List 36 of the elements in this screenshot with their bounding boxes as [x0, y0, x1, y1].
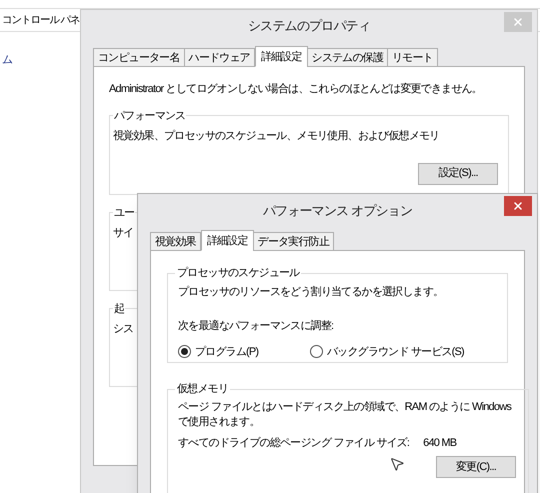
close-icon	[512, 200, 524, 212]
group-title: プロセッサのスケジュール	[176, 266, 301, 281]
tab[interactable]: 詳細設定	[200, 230, 254, 251]
sidebar-link[interactable]: ム	[2, 52, 12, 68]
tab[interactable]: データ実行防止	[252, 232, 334, 251]
group-text: サイ	[113, 226, 134, 241]
note-text: Administrator としてログオンしない場合は、これらのほとんどは変更できません。	[109, 82, 482, 97]
total-size-label: すべてのドライブの総ページング ファイル サイズ:	[178, 436, 410, 450]
tab[interactable]: システムの保護	[306, 48, 388, 67]
tab[interactable]: 詳細設定	[254, 46, 308, 67]
window-title: パフォーマンス オプション	[262, 202, 414, 220]
radio-option[interactable]: プログラム(P)	[178, 344, 310, 360]
group-text: ページ ファイルとはハードディスク上の領域で、RAM のように Windows で使用されます。	[178, 400, 512, 430]
group-title: ユー	[113, 206, 136, 220]
group-text: 視覚効果、プロセッサのスケジュール、メモリ使用、および仮想メモリ	[113, 128, 440, 144]
tab[interactable]: 視覚効果	[150, 232, 201, 251]
tab[interactable]: ハードウェア	[184, 48, 255, 67]
radio-button[interactable]	[310, 345, 323, 358]
dialog-button[interactable]: 変更(C)...	[436, 456, 516, 478]
window-title: コントロール パネ	[2, 13, 80, 28]
total-size-value: 640 MB	[423, 436, 456, 450]
close-button[interactable]	[504, 196, 532, 216]
group-title: 仮想メモリ	[176, 382, 230, 397]
tab[interactable]: コンピューター名	[93, 48, 185, 67]
window-title: システムのプロパティ	[246, 17, 371, 35]
radio-button[interactable]	[178, 345, 191, 358]
dialog-button[interactable]: 設定(S)...	[418, 162, 498, 184]
group-text: シス	[113, 322, 134, 337]
tab[interactable]: リモート	[387, 48, 438, 67]
radio-option[interactable]: バックグラウンド サービス(S)	[310, 344, 464, 360]
group-title: パフォーマンス	[113, 108, 186, 124]
close-icon	[512, 16, 524, 28]
group-text: プロセッサのリソースをどう割り当てるかを選択します。	[178, 284, 444, 300]
prompt-text: 次を最適なパフォーマンスに調整:	[178, 318, 334, 334]
mouse-pointer-icon	[389, 456, 405, 472]
group-title: 起	[113, 302, 126, 316]
